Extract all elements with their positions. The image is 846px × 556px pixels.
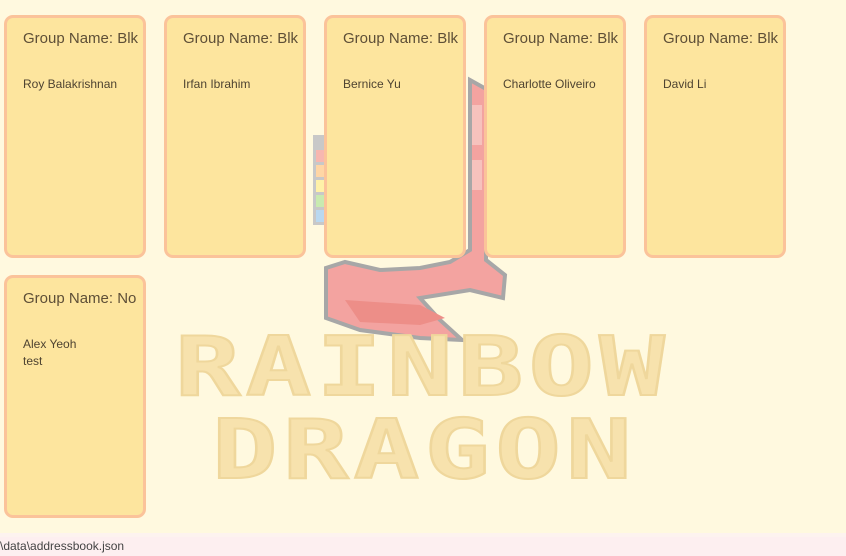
watermark-line-1: RAINBOW (175, 320, 670, 415)
group-members: Alex Yeoh test (23, 336, 141, 370)
watermark-line-2: DRAGON (212, 403, 637, 498)
group-name-label: Group Name: Blk (503, 30, 619, 47)
group-list-panel[interactable]: RAINBOW DRAGON Group Name: Blk Roy Balak… (0, 0, 832, 533)
group-members: Roy Balakrishnan (23, 76, 141, 93)
member-name: test (23, 354, 43, 368)
group-card[interactable]: Group Name: Blk David Li (644, 15, 786, 258)
member-name: Bernice Yu (343, 77, 401, 91)
group-card[interactable]: Group Name: No Alex Yeoh test (4, 275, 146, 518)
vertical-scrollbar[interactable] (832, 0, 846, 533)
save-location-path: \data\addressbook.json (0, 539, 125, 553)
group-name-label: Group Name: Blk (663, 30, 779, 47)
group-members: Bernice Yu (343, 76, 461, 93)
group-name-label: Group Name: Blk (23, 30, 139, 47)
group-name-label: Group Name: Blk (343, 30, 459, 47)
group-name-label: Group Name: No (23, 290, 137, 307)
group-card[interactable]: Group Name: Blk Charlotte Oliveiro (484, 15, 626, 258)
member-name: Roy Balakrishnan (23, 77, 118, 91)
group-card[interactable]: Group Name: Blk Irfan Ibrahim (164, 15, 306, 258)
group-members: Irfan Ibrahim (183, 76, 301, 93)
group-card[interactable]: Group Name: Blk Roy Balakrishnan (4, 15, 146, 258)
group-card[interactable]: Group Name: Blk Bernice Yu (324, 15, 466, 258)
member-name: David Li (663, 77, 707, 91)
member-name: Alex Yeoh (23, 337, 77, 351)
member-name: Irfan Ibrahim (183, 77, 251, 91)
member-name: Charlotte Oliveiro (503, 77, 596, 91)
status-bar: \data\addressbook.json (0, 537, 846, 556)
group-members: David Li (663, 76, 781, 93)
group-members: Charlotte Oliveiro (503, 76, 621, 93)
group-name-label: Group Name: Blk (183, 30, 299, 47)
